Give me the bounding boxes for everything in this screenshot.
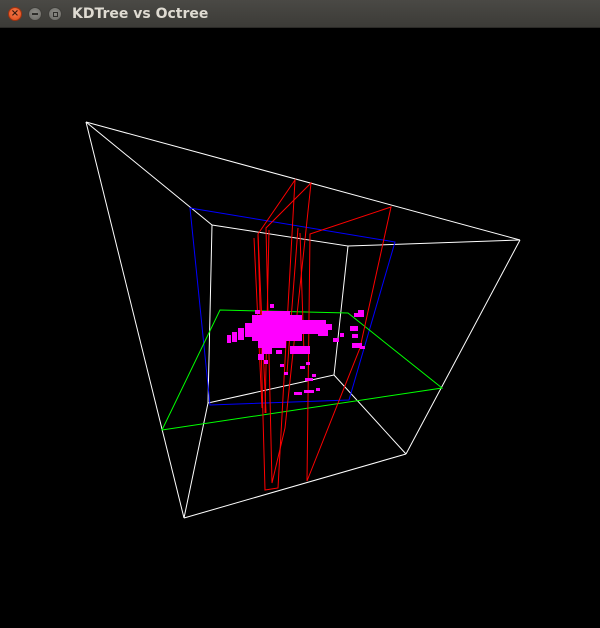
render-viewport[interactable] — [0, 28, 600, 628]
app-window: × KDTree vs Octree — [0, 0, 600, 628]
window-title: KDTree vs Octree — [72, 6, 209, 22]
scene-canvas[interactable] — [0, 28, 600, 628]
title-bar[interactable]: × KDTree vs Octree — [0, 0, 600, 28]
close-icon[interactable]: × — [8, 7, 22, 21]
maximize-icon[interactable] — [48, 7, 62, 21]
point-cloud — [227, 304, 365, 395]
minimize-icon[interactable] — [28, 7, 42, 21]
